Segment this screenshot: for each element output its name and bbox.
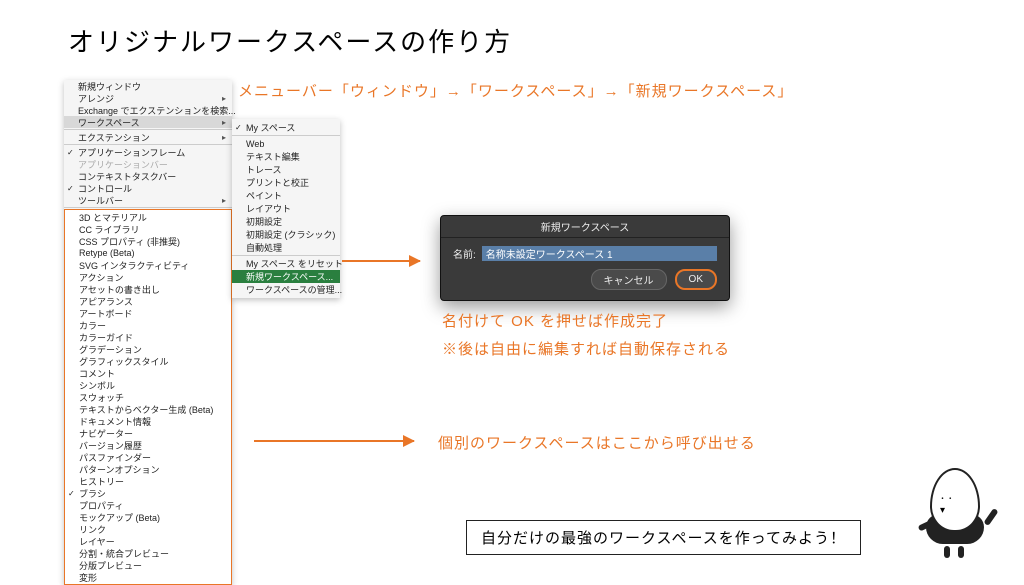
panel-menu-item[interactable]: CSS プロパティ (非推奨) <box>65 235 231 247</box>
ok-button[interactable]: OK <box>675 269 717 290</box>
workspace-item[interactable]: レイアウト <box>232 202 340 215</box>
panel-menu-item[interactable]: アセットの書き出し <box>65 283 231 295</box>
panel-menu-item[interactable]: モックアップ (Beta) <box>65 511 231 523</box>
workspace-item[interactable]: テキスト編集 <box>232 150 340 163</box>
nav-path: メニューバー「ウィンドウ」→「ワークスペース」→「新規ワークスペース」 <box>238 80 793 101</box>
arrow-to-panels <box>254 440 414 442</box>
panel-menu-item[interactable]: レイヤー <box>65 535 231 547</box>
anno-name-ok: 名付けて OK を押せば作成完了 <box>442 310 668 331</box>
panel-menu-item[interactable]: カラー <box>65 319 231 331</box>
callout: 自分だけの最強のワークスペースを作ってみよう！ <box>466 520 861 555</box>
workspace-item[interactable]: プリントと校正 <box>232 176 340 189</box>
workspace-item[interactable]: ワークスペースの管理... <box>232 283 340 296</box>
menu-separator <box>232 255 340 256</box>
page-title: オリジナルワークスペースの作り方 <box>68 22 512 59</box>
panel-menu-item[interactable]: パスファインダー <box>65 451 231 463</box>
panel-menu-item[interactable]: グラフィックスタイル <box>65 355 231 367</box>
panel-menu-item[interactable]: アクション <box>65 271 231 283</box>
menu-item[interactable]: アレンジ <box>64 92 232 104</box>
panel-menu-item[interactable]: シンボル <box>65 379 231 391</box>
workspace-submenu: My スペースWebテキスト編集トレースプリントと校正ペイントレイアウト初期設定… <box>232 119 340 298</box>
panel-menu-item[interactable]: アートボード <box>65 307 231 319</box>
menu-item[interactable]: Exchange でエクステンションを検索... <box>64 104 232 116</box>
panel-menu-item[interactable]: 3D とマテリアル <box>65 211 231 223</box>
menu-item[interactable]: 新規ウィンドウ <box>64 80 232 92</box>
panel-menu-item[interactable]: Retype (Beta) <box>65 247 231 259</box>
menu-item[interactable]: ツールバー <box>64 194 232 206</box>
panel-menu-item[interactable]: 分版プレビュー <box>65 559 231 571</box>
panel-menu-item[interactable]: リンク <box>65 523 231 535</box>
panel-menu-item[interactable]: ドキュメント情報 <box>65 415 231 427</box>
workspace-item[interactable]: 自動処理 <box>232 241 340 254</box>
window-menu: 新規ウィンドウアレンジExchange でエクステンションを検索...ワークスペ… <box>64 80 232 585</box>
menu-item: アプリケーションバー <box>64 158 232 170</box>
panel-menu-item[interactable]: CC ライブラリ <box>65 223 231 235</box>
panel-menu-item[interactable]: カラーガイド <box>65 331 231 343</box>
menu-separator <box>64 207 232 208</box>
panel-menu-item[interactable]: コメント <box>65 367 231 379</box>
panel-menu-item[interactable]: パターンオプション <box>65 463 231 475</box>
panel-menu-item[interactable]: ブラシ <box>65 487 231 499</box>
panel-menu-item[interactable]: テキストからベクター生成 (Beta) <box>65 403 231 415</box>
menu-item[interactable]: ワークスペース <box>64 116 232 128</box>
workspace-item[interactable]: My スペース をリセット <box>232 257 340 270</box>
panel-menu-item[interactable]: SVG インタラクティビティ <box>65 259 231 271</box>
arrow-to-dialog <box>342 260 420 262</box>
workspace-item[interactable]: トレース <box>232 163 340 176</box>
cancel-button[interactable]: キャンセル <box>591 269 667 290</box>
workspace-item[interactable]: My スペース <box>232 121 340 134</box>
new-workspace-item[interactable]: 新規ワークスペース... <box>232 270 340 283</box>
panel-menu-item[interactable]: プロパティ <box>65 499 231 511</box>
menu-separator <box>232 135 340 136</box>
panel-menu-item[interactable]: スウォッチ <box>65 391 231 403</box>
menu-item[interactable]: コントロール <box>64 182 232 194</box>
menu-item[interactable]: コンテキストタスクバー <box>64 170 232 182</box>
panel-menu-item[interactable]: 分割・統合プレビュー <box>65 547 231 559</box>
panel-menu-item[interactable]: 変形 <box>65 571 231 583</box>
name-label: 名前: <box>453 246 476 261</box>
panel-menu-item[interactable]: ナビゲーター <box>65 427 231 439</box>
menu-item[interactable]: エクステンション <box>64 131 232 143</box>
anno-recall: 個別のワークスペースはここから呼び出せる <box>438 432 756 453</box>
workspace-item[interactable]: 初期設定 (クラシック) <box>232 228 340 241</box>
panel-menu-item[interactable]: ヒストリー <box>65 475 231 487</box>
workspace-item[interactable]: 初期設定 <box>232 215 340 228</box>
anno-autosave: ※後は自由に編集すれば自動保存される <box>442 338 730 359</box>
mascot-icon: ･ ･▾ <box>924 468 994 558</box>
menu-item[interactable]: アプリケーションフレーム <box>64 146 232 158</box>
workspace-item[interactable]: ペイント <box>232 189 340 202</box>
workspace-item[interactable]: Web <box>232 137 340 150</box>
workspace-name-input[interactable] <box>482 246 717 261</box>
panel-menu-item[interactable]: アピアランス <box>65 295 231 307</box>
dialog-title: 新規ワークスペース <box>441 216 729 238</box>
new-workspace-dialog: 新規ワークスペース 名前: キャンセル OK <box>440 215 730 301</box>
panel-menu-item[interactable]: バージョン履歴 <box>65 439 231 451</box>
panel-menu-item[interactable]: グラデーション <box>65 343 231 355</box>
